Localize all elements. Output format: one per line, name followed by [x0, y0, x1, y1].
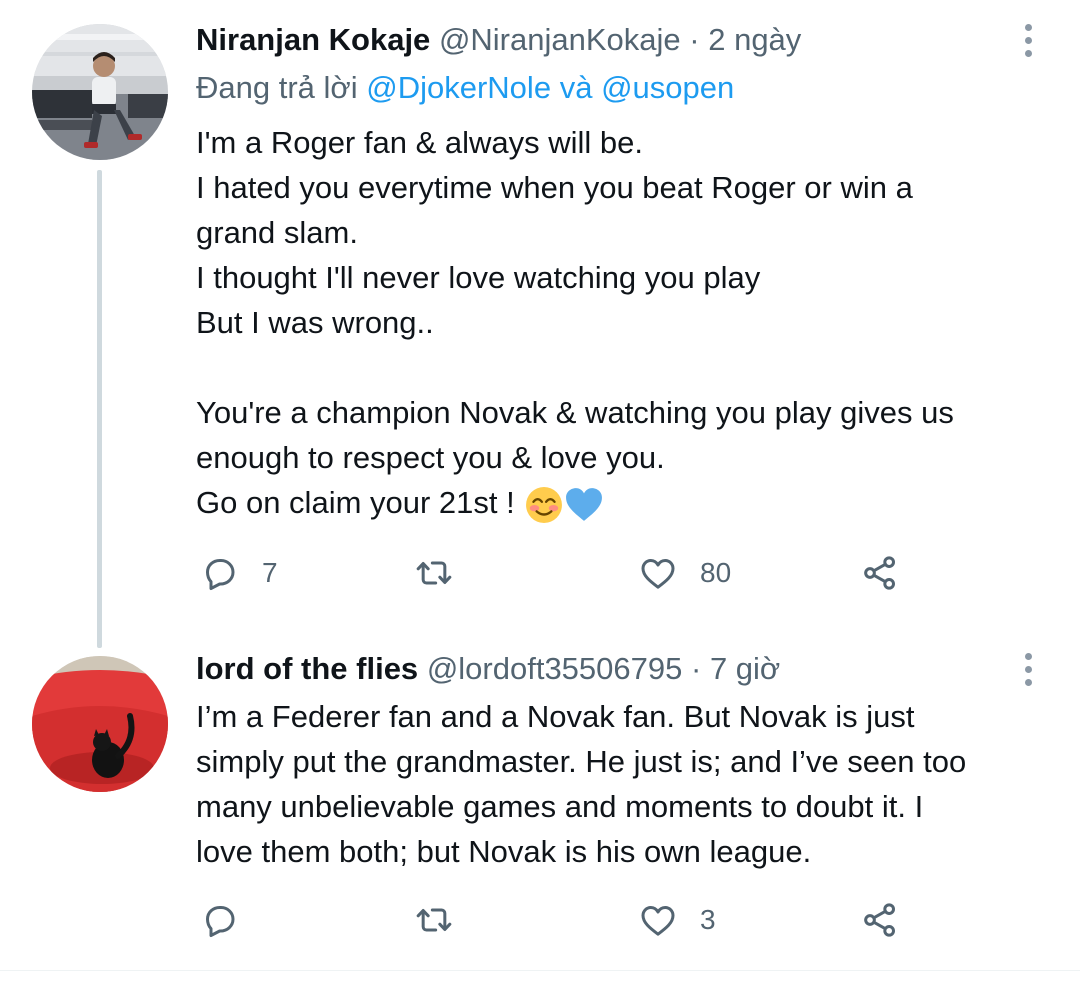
tweet-text: I'm a Roger fan & always will be. I hate…: [196, 120, 1056, 525]
avatar[interactable]: [32, 24, 168, 160]
author-name[interactable]: Niranjan Kokaje: [196, 22, 430, 57]
tweet-header: Niranjan Kokaje @NiranjanKokaje · 2 ngày: [196, 20, 801, 60]
author-handle[interactable]: @lordoft35506795: [427, 651, 683, 686]
share-button[interactable]: [860, 895, 900, 945]
more-vertical-icon[interactable]: [1020, 649, 1036, 689]
tweet-line: enough to respect you & love you.: [196, 440, 665, 475]
tweet-line: grand slam.: [196, 215, 358, 250]
replying-to: Đang trả lời @DjokerNole và @usopen: [196, 68, 734, 108]
separator-dot: ·: [689, 22, 700, 57]
tweet-line: many unbelievable games and moments to d…: [196, 789, 924, 824]
share-icon: [864, 556, 895, 590]
tweet-line: I thought I'll never love watching you p…: [196, 260, 761, 295]
reply-button[interactable]: 7: [200, 548, 278, 598]
tweet[interactable]: lord of the flies @lordoft35506795 · 7 g…: [0, 645, 1080, 972]
like-button[interactable]: 3: [638, 895, 716, 945]
retweet-button[interactable]: [414, 548, 476, 598]
mention-link[interactable]: @usopen: [601, 70, 734, 105]
reply-count: 7: [262, 557, 278, 588]
more-vertical-icon[interactable]: [1020, 20, 1036, 60]
replying-to-label: Đang trả lời: [196, 70, 358, 105]
like-button[interactable]: 80: [638, 548, 731, 598]
blue-heart-emoji-icon: [566, 487, 603, 521]
mention-link[interactable]: @DjokerNole: [366, 70, 551, 105]
tweet-line: I'm a Roger fan & always will be.: [196, 125, 643, 160]
tweet-actions: 3: [196, 895, 916, 945]
retweet-button[interactable]: [414, 895, 476, 945]
avatar-photo: [32, 656, 168, 792]
retweet-icon: [416, 561, 452, 585]
timestamp[interactable]: 7 giờ: [710, 651, 780, 686]
share-button[interactable]: [860, 548, 900, 598]
tweet-text: I’m a Federer fan and a Novak fan. But N…: [196, 694, 1056, 874]
retweet-icon: [416, 908, 452, 932]
separator-dot: ·: [691, 651, 702, 686]
tweet[interactable]: Niranjan Kokaje @NiranjanKokaje · 2 ngày…: [0, 0, 1080, 648]
timestamp[interactable]: 2 ngày: [708, 22, 801, 57]
speech-bubble-icon: [206, 906, 235, 937]
tweet-actions: 7 80: [196, 548, 916, 598]
reply-button[interactable]: [200, 895, 262, 945]
author-handle[interactable]: @NiranjanKokaje: [439, 22, 681, 57]
tweet-line: simply put the grandmaster. He just is; …: [196, 744, 967, 779]
tweet-divider: [0, 970, 1080, 971]
tweet-line-last: Go on claim your 21st !: [196, 480, 1056, 525]
tweet-line: love them both; but Novak is his own lea…: [196, 834, 812, 869]
avatar-photo: [32, 24, 168, 160]
thread-connector-line: [97, 170, 102, 648]
share-icon: [864, 903, 895, 937]
tweet-line: I’m a Federer fan and a Novak fan. But N…: [196, 699, 915, 734]
heart-icon: [641, 906, 675, 936]
speech-bubble-icon: [206, 559, 235, 590]
tweet-line-text: Go on claim your 21st !: [196, 485, 515, 520]
tweet-line: But I was wrong..: [196, 305, 434, 340]
tweet-line: [196, 345, 1056, 390]
author-name[interactable]: lord of the flies: [196, 651, 418, 686]
tweet-header: lord of the flies @lordoft35506795 · 7 g…: [196, 649, 780, 689]
heart-icon: [641, 559, 675, 589]
like-count: 80: [700, 557, 732, 588]
smiling-face-emoji-icon: [526, 486, 563, 523]
like-count: 3: [700, 904, 716, 935]
tweet-line: You're a champion Novak & watching you p…: [196, 395, 954, 430]
tweet-line: I hated you everytime when you beat Roge…: [196, 170, 913, 205]
mention-conjunction[interactable]: và: [560, 70, 593, 105]
avatar[interactable]: [32, 656, 168, 792]
